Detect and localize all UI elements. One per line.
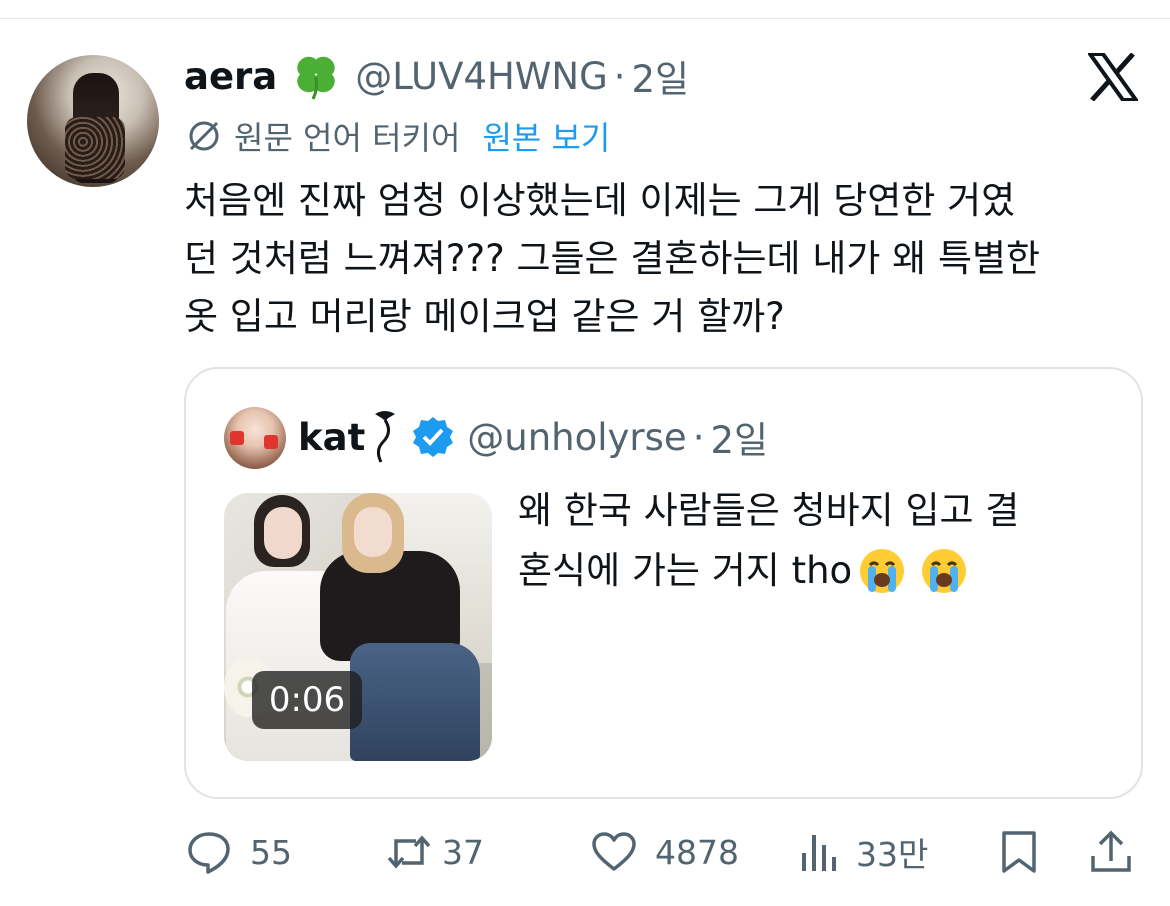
top-divider <box>0 18 1170 19</box>
tweet-text-line: 던 것처럼 느껴져??? 그들은 결혼하는데 내가 왜 특별한 <box>184 237 1041 280</box>
dot-separator: · <box>613 54 626 98</box>
photo-friend-face <box>354 507 392 557</box>
quoted-video-thumbnail[interactable]: 0:06 <box>224 493 492 761</box>
quoted-text-line: 혼식에 가는 거지 tho <box>518 541 1108 601</box>
quoted-tweet-header: kat @unholyrse · 2일 <box>298 409 768 465</box>
heart-icon <box>592 832 636 871</box>
reply-count: 55 <box>250 832 292 872</box>
views-button[interactable]: 33만 <box>796 822 928 882</box>
verified-badge-icon <box>413 417 454 457</box>
views-icon <box>802 835 836 871</box>
tweet-text: 처음엔 진짜 엄청 이상했는데 이제는 그게 당연한 거였 던 것처럼 느껴져?… <box>184 172 1152 346</box>
share-icon <box>1091 830 1131 872</box>
tweet-text-line: 옷 입고 머리랑 메이크업 같은 거 할까? <box>184 295 785 338</box>
quoted-text-line: 왜 한국 사람들은 청바지 입고 결 <box>518 481 1108 541</box>
avatar-lace <box>65 117 125 179</box>
video-duration-badge: 0:06 <box>252 671 362 729</box>
bookmark-button[interactable] <box>996 822 1042 882</box>
view-count: 33만 <box>856 835 929 874</box>
timestamp[interactable]: 2일 <box>632 49 690 103</box>
quoted-text-line-1: 왜 한국 사람들은 청바지 입고 결 <box>518 489 1020 532</box>
quoted-timestamp: 2일 <box>710 419 769 462</box>
quoted-tweet-card[interactable]: kat @unholyrse · 2일 0:06 왜 한국 사람들은 청바지 입… <box>184 367 1143 799</box>
translation-bar: 원문 언어 터키어 원본 보기 <box>186 112 610 160</box>
translate-icon <box>189 121 219 151</box>
photo-bride-face <box>264 507 302 559</box>
reply-icon <box>188 832 230 874</box>
quoted-avatar[interactable] <box>224 407 286 469</box>
four-leaf-clover-icon <box>297 56 336 100</box>
loudly-crying-face-icon <box>860 549 905 593</box>
ribbon-emoji-icon <box>375 411 396 463</box>
user-handle[interactable]: @LUV4HWNG <box>355 55 607 98</box>
retweet-button[interactable]: 37 <box>386 822 484 882</box>
dot-separator: · <box>692 415 705 459</box>
quoted-handle[interactable]: @unholyrse <box>467 416 686 459</box>
tweet-actions: 55 37 4878 33만 <box>0 822 1170 882</box>
retweet-count: 37 <box>442 832 484 872</box>
share-button[interactable] <box>1088 822 1134 882</box>
display-name[interactable]: aera <box>184 55 277 98</box>
retweet-icon <box>387 835 431 869</box>
avatar-bow <box>230 431 244 445</box>
photo-friend-jeans <box>350 643 480 761</box>
tweet-text-line: 처음엔 진짜 엄청 이상했는데 이제는 그게 당연한 거였 <box>184 179 1016 222</box>
avatar[interactable] <box>27 55 159 187</box>
quoted-tweet-text: 왜 한국 사람들은 청바지 입고 결 혼식에 가는 거지 tho <box>518 481 1108 601</box>
tweet-header: aera @LUV4HWNG · 2일 <box>184 50 689 102</box>
quoted-display-name[interactable]: kat <box>298 416 365 459</box>
like-button[interactable]: 4878 <box>591 822 739 882</box>
reply-button[interactable]: 55 <box>186 822 292 882</box>
loudly-crying-face-icon <box>922 549 967 593</box>
bookmark-icon <box>1002 831 1036 873</box>
x-logo-icon[interactable] <box>1088 53 1138 101</box>
show-original-link[interactable]: 원본 보기 <box>482 113 610 159</box>
translation-note: 원문 언어 터키어 <box>234 119 461 157</box>
quoted-text-line-2: 혼식에 가는 거지 tho <box>518 549 853 592</box>
avatar-bow <box>264 435 278 449</box>
like-count: 4878 <box>655 832 739 872</box>
